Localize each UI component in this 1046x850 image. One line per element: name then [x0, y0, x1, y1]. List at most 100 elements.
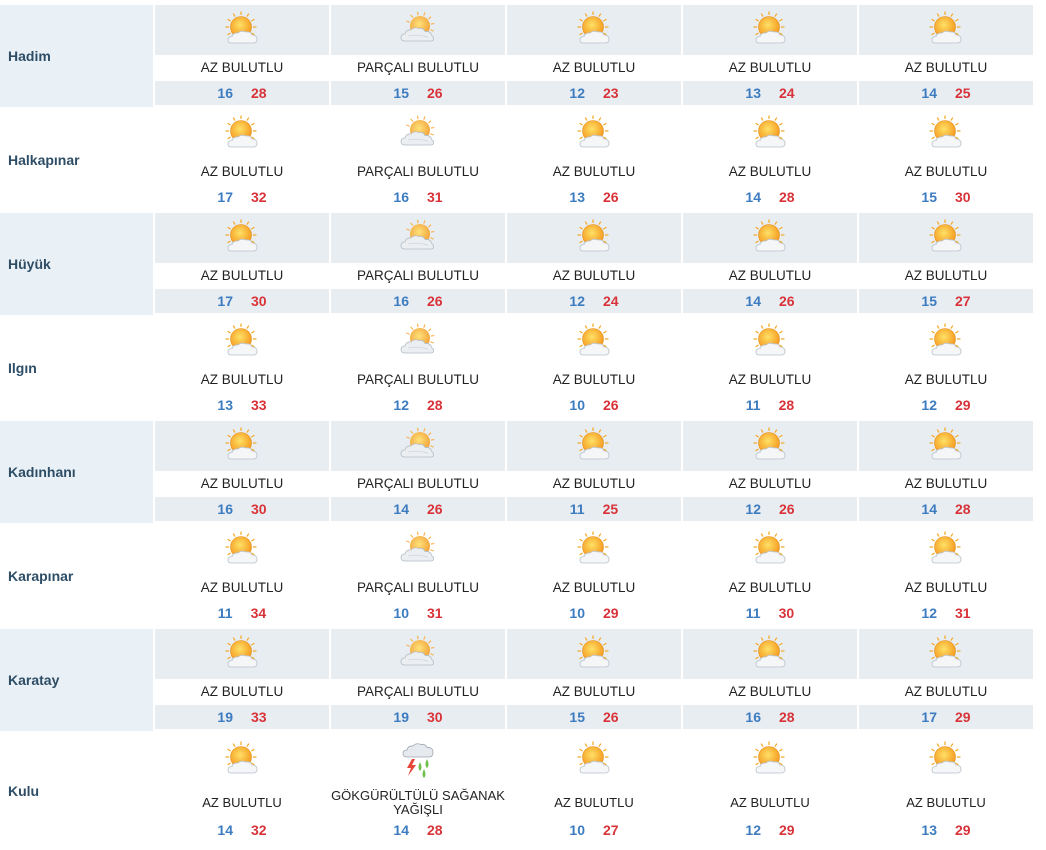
temperature-range: 14 28 [331, 819, 505, 841]
forecast-row: Kulu AZ BULUTLU 14 32 GÖKGÜRÜLTÜLÜ SAĞANAK Y… [0, 733, 1046, 849]
max-temperature: 31 [427, 605, 443, 621]
min-temperature: 16 [393, 293, 409, 309]
sun-cloud-icon [926, 634, 966, 674]
city-name[interactable]: Halkapınar [0, 109, 153, 211]
weather-description: AZ BULUTLU [683, 367, 857, 393]
temperature-range: 12 29 [683, 819, 857, 841]
weather-icon-band [683, 733, 857, 787]
forecast-day-cell: AZ BULUTLU 11 25 [507, 421, 681, 523]
max-temperature: 34 [250, 605, 267, 621]
city-name[interactable]: Hüyük [0, 213, 153, 315]
weather-description: GÖKGÜRÜLTÜLÜ SAĞANAK YAĞIŞLI [331, 787, 505, 819]
weather-icon-band [859, 421, 1033, 471]
sun-cloud-icon [750, 10, 790, 50]
city-name[interactable]: Kulu [0, 733, 153, 849]
min-temperature: 11 [745, 605, 761, 621]
sun-cloud-icon [926, 740, 966, 780]
max-temperature: 29 [779, 822, 795, 838]
weather-description: AZ BULUTLU [507, 787, 681, 819]
max-temperature: 32 [251, 189, 267, 205]
forecast-day-cell: AZ BULUTLU 10 29 [507, 525, 681, 627]
weather-icon-band [331, 213, 505, 263]
weather-icon-band [155, 525, 329, 575]
weather-icon-band [859, 525, 1033, 575]
min-temperature: 19 [393, 709, 409, 725]
forecast-day-cell: AZ BULUTLU 17 32 [155, 109, 329, 211]
weather-icon-band [507, 5, 681, 55]
max-temperature: 32 [251, 822, 267, 838]
sun-cloud-icon [574, 634, 614, 674]
temperature-range: 16 30 [155, 497, 329, 521]
sun-cloud-icon [926, 218, 966, 258]
weather-description: AZ BULUTLU [859, 55, 1033, 81]
min-temperature: 14 [393, 501, 409, 517]
forecast-day-cell: GÖKGÜRÜLTÜLÜ SAĞANAK YAĞIŞLI 14 28 [331, 733, 505, 849]
min-temperature: 15 [921, 293, 937, 309]
forecast-day-cell: AZ BULUTLU 12 29 [683, 733, 857, 849]
city-name[interactable]: Ilgın [0, 317, 153, 419]
weather-description: AZ BULUTLU [859, 263, 1033, 289]
forecast-day-cell: PARÇALI BULUTLU 10 31 [331, 525, 505, 627]
city-name[interactable]: Kadınhanı [0, 421, 153, 523]
weather-description: AZ BULUTLU [507, 679, 681, 705]
min-temperature: 14 [921, 85, 937, 101]
temperature-range: 16 31 [331, 185, 505, 209]
sun-cloud-icon [222, 530, 262, 570]
forecast-day-cell: AZ BULUTLU 12 26 [683, 421, 857, 523]
min-temperature: 11 [569, 501, 585, 517]
max-temperature: 26 [427, 293, 443, 309]
min-temperature: 10 [569, 397, 585, 413]
city-name[interactable]: Hadim [0, 5, 153, 107]
temperature-range: 14 26 [683, 289, 857, 313]
partly-cloudy-icon [398, 322, 438, 362]
temperature-range: 10 27 [507, 819, 681, 841]
min-temperature: 14 [921, 501, 937, 517]
weather-icon-band [507, 317, 681, 367]
sun-cloud-icon [574, 530, 614, 570]
max-temperature: 24 [603, 293, 619, 309]
forecast-day-cell: AZ BULUTLU 12 29 [859, 317, 1033, 419]
weather-icon-band [331, 629, 505, 679]
temperature-range: 13 26 [507, 185, 681, 209]
max-temperature: 28 [779, 189, 795, 205]
temperature-range: 16 28 [155, 81, 329, 105]
city-name[interactable]: Karapınar [0, 525, 153, 627]
weather-description: AZ BULUTLU [507, 367, 681, 393]
min-temperature: 12 [745, 822, 761, 838]
temperature-range: 12 26 [683, 497, 857, 521]
forecast-day-cell: AZ BULUTLU 17 29 [859, 629, 1033, 731]
max-temperature: 29 [603, 605, 619, 621]
min-temperature: 14 [745, 189, 761, 205]
forecast-day-cell: AZ BULUTLU 14 26 [683, 213, 857, 315]
max-temperature: 23 [603, 85, 619, 101]
weather-icon-band [331, 5, 505, 55]
min-temperature: 12 [921, 397, 937, 413]
temperature-range: 15 26 [331, 81, 505, 105]
temperature-range: 16 28 [683, 705, 857, 729]
sun-cloud-icon [222, 740, 262, 780]
temperature-range: 14 28 [683, 185, 857, 209]
forecast-day-cell: AZ BULUTLU 10 27 [507, 733, 681, 849]
weather-icon-band [155, 629, 329, 679]
temperature-range: 14 32 [155, 819, 329, 841]
max-temperature: 27 [603, 822, 619, 838]
forecast-row: Hadim AZ BULUTLU 16 28 PARÇALI BULUTLU 15 26 AZ… [0, 5, 1046, 107]
sun-cloud-icon [926, 322, 966, 362]
forecast-day-cell: AZ BULUTLU 16 28 [683, 629, 857, 731]
max-temperature: 26 [779, 293, 795, 309]
temperature-range: 15 27 [859, 289, 1033, 313]
weather-description: AZ BULUTLU [859, 367, 1033, 393]
min-temperature: 17 [217, 189, 233, 205]
min-temperature: 16 [393, 189, 409, 205]
weather-description: AZ BULUTLU [683, 55, 857, 81]
city-name[interactable]: Karatay [0, 629, 153, 731]
weather-icon-band [507, 525, 681, 575]
forecast-day-cell: AZ BULUTLU 13 24 [683, 5, 857, 107]
min-temperature: 16 [745, 709, 761, 725]
max-temperature: 26 [603, 189, 619, 205]
sun-cloud-icon [222, 218, 262, 258]
sun-cloud-icon [750, 322, 790, 362]
max-temperature: 26 [603, 709, 619, 725]
temperature-range: 10 31 [331, 601, 505, 625]
weather-icon-band [155, 421, 329, 471]
